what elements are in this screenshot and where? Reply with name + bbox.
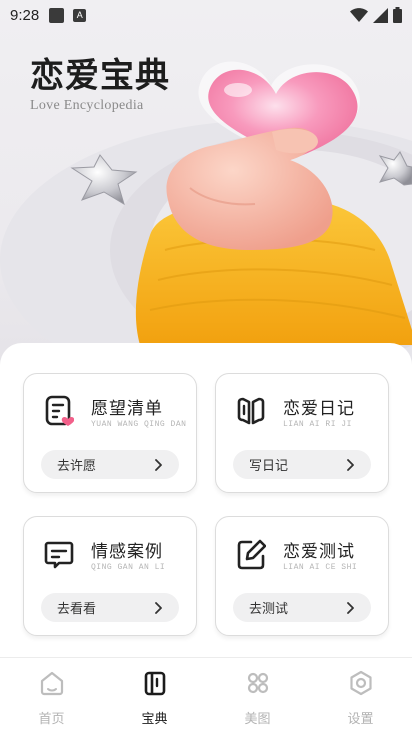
battery-icon [393, 7, 402, 23]
feature-title: 愿望清单 [91, 399, 163, 419]
feature-pinyin: LIAN AI RI JI [283, 420, 352, 429]
feature-title: 恋爱测试 [283, 542, 355, 562]
feature-card-wishlist[interactable]: 愿望清单 YUAN WANG QING DAN 去许愿 [23, 373, 197, 493]
feature-title: 恋爱日记 [283, 399, 355, 419]
checklist-heart-icon [45, 395, 74, 426]
edit-pen-icon [237, 539, 266, 570]
chevron-right-icon [155, 458, 162, 471]
wifi-icon [350, 7, 368, 22]
feature-title: 情感案例 [91, 542, 163, 562]
write-diary-button[interactable]: 写日记 [233, 450, 371, 479]
nav-label: 美图 [244, 712, 271, 727]
button-label: 去看看 [57, 602, 97, 617]
feature-card-cases[interactable]: 情感案例 QING GAN AN LI 去看看 [23, 516, 197, 636]
nav-item-home[interactable]: 首页 [0, 658, 103, 734]
cellular-signal-icon [373, 7, 388, 23]
hero-title: 恋爱宝典 [30, 56, 170, 96]
bottom-navigation: 首页 宝典 美图 设置 [0, 657, 412, 734]
chat-bubble-icon [44, 541, 74, 569]
keyboard-notification-icon: A [73, 8, 87, 22]
button-label: 去测试 [249, 602, 289, 617]
status-time: 9:28 [10, 6, 40, 24]
settings-icon [349, 670, 372, 696]
feature-pinyin: LIAN AI CE SHI [283, 563, 358, 572]
nav-item-handbook[interactable]: 宝典 [103, 658, 206, 734]
home-icon [40, 671, 63, 696]
button-label: 写日记 [249, 459, 289, 474]
button-label: 去许愿 [57, 459, 97, 474]
feature-pinyin: QING GAN AN LI [91, 563, 166, 572]
grid-icon [247, 672, 268, 694]
feature-card-test[interactable]: 恋爱测试 LIAN AI CE SHI 去测试 [215, 516, 389, 636]
nav-label: 设置 [347, 712, 374, 727]
status-bar: 9:28 A [0, 0, 412, 30]
feature-panel: 愿望清单 YUAN WANG QING DAN 去许愿 恋爱日记 LIAN AI… [0, 343, 412, 663]
app-notification-icon [49, 7, 65, 23]
nav-item-settings[interactable]: 设置 [309, 658, 412, 734]
nav-item-gallery[interactable]: 美图 [206, 658, 309, 734]
chevron-right-icon [155, 601, 162, 614]
make-wish-button[interactable]: 去许愿 [41, 450, 179, 479]
view-cases-button[interactable]: 去看看 [41, 593, 179, 622]
chevron-right-icon [347, 601, 354, 614]
take-test-button[interactable]: 去测试 [233, 593, 371, 622]
feature-card-diary[interactable]: 恋爱日记 LIAN AI RI JI 写日记 [215, 373, 389, 493]
nav-label: 宝典 [141, 712, 168, 727]
chevron-right-icon [347, 458, 354, 471]
hero-banner: 恋爱宝典 Love Encyclopedia [0, 0, 412, 390]
hero-subtitle: Love Encyclopedia [30, 98, 144, 113]
nav-label: 首页 [38, 712, 65, 727]
book-icon [144, 671, 165, 696]
feature-pinyin: YUAN WANG QING DAN [91, 420, 187, 429]
open-book-icon [237, 397, 265, 425]
